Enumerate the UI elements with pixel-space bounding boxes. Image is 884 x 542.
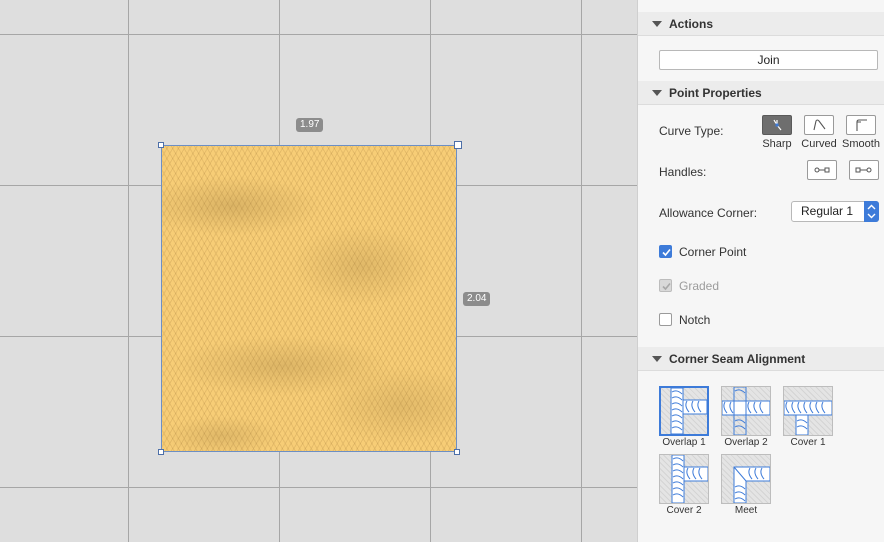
curve-type-curved-button[interactable]: [804, 115, 834, 135]
alignment-cover-1-label: Cover 1: [790, 437, 826, 448]
curve-type-smooth-label: Smooth: [842, 138, 880, 150]
actions-section-header[interactable]: Actions: [638, 12, 884, 36]
alignment-overlap-2-label: Overlap 2: [724, 437, 768, 448]
curved-corner-icon: [813, 119, 826, 131]
corner-point-label: Corner Point: [679, 245, 747, 259]
handle-icon: [855, 167, 872, 173]
width-dimension-label: 1.97: [296, 118, 324, 132]
handle-right-button[interactable]: [849, 160, 879, 180]
alignment-overlap-1-label: Overlap 1: [662, 437, 706, 448]
handles-label: Handles:: [659, 165, 707, 179]
notch-label: Notch: [679, 313, 711, 327]
overlap-2-seam-icon: [722, 387, 770, 435]
point-properties-title: Point Properties: [669, 86, 762, 100]
corner-handle-top-right[interactable]: [454, 141, 462, 149]
graded-checkbox: [659, 279, 672, 292]
overlap-1-seam-icon: [670, 388, 707, 434]
allowance-corner-label: Allowance Corner:: [659, 206, 758, 220]
curve-type-sharp-label: Sharp: [762, 138, 792, 150]
sharp-corner-icon: [773, 119, 782, 131]
smooth-corner-icon: [856, 119, 867, 131]
corner-handle-top-left[interactable]: [158, 142, 164, 148]
alignment-overlap-2-option[interactable]: [721, 386, 771, 436]
handle-left-button[interactable]: [807, 160, 837, 180]
actions-title: Actions: [669, 17, 714, 31]
alignment-meet-option[interactable]: [721, 454, 771, 504]
corner-seam-alignment-title: Corner Seam Alignment: [669, 352, 806, 366]
alignment-overlap-1-option[interactable]: [659, 386, 709, 436]
alignment-meet-label: Meet: [734, 505, 758, 516]
collapse-triangle-icon: [652, 90, 662, 96]
collapse-triangle-icon: [652, 21, 662, 27]
alignment-cover-1-option[interactable]: [783, 386, 833, 436]
cover-2-seam-icon: [671, 455, 708, 503]
corner-seam-alignment-section-header[interactable]: Corner Seam Alignment: [638, 347, 884, 371]
curve-type-curved-label: Curved: [801, 138, 837, 150]
graded-label: Graded: [679, 279, 720, 293]
fabric-piece[interactable]: [161, 145, 457, 452]
notch-checkbox[interactable]: [659, 313, 672, 326]
checkmark-icon: [662, 282, 671, 291]
workspace-canvas[interactable]: 1.97 2.04: [0, 0, 637, 542]
stepper-arrows-icon[interactable]: [864, 201, 879, 222]
allowance-corner-value: Regular 1: [801, 204, 854, 218]
checkmark-icon: [662, 248, 671, 257]
corner-handle-bottom-left[interactable]: [158, 449, 164, 455]
inspector-panel: Actions Join Point Properties Curve Type…: [637, 0, 884, 542]
curve-type-sharp-button[interactable]: [762, 115, 792, 135]
meet-seam-icon: [733, 466, 770, 503]
curve-type-label: Curve Type:: [659, 124, 724, 138]
collapse-triangle-icon: [652, 356, 662, 362]
curve-type-smooth-button[interactable]: [846, 115, 876, 135]
alignment-cover-2-option[interactable]: [659, 454, 709, 504]
corner-point-checkbox[interactable]: [659, 245, 672, 258]
height-dimension-label: 2.04: [463, 292, 491, 306]
alignment-cover-2-label: Cover 2: [666, 505, 702, 516]
allowance-corner-select[interactable]: Regular 1: [791, 201, 879, 222]
cover-1-seam-icon: [784, 400, 832, 435]
join-button[interactable]: Join: [659, 50, 878, 70]
handle-icon: [814, 167, 830, 173]
corner-handle-bottom-right[interactable]: [454, 449, 460, 455]
point-properties-section-header[interactable]: Point Properties: [638, 81, 884, 105]
